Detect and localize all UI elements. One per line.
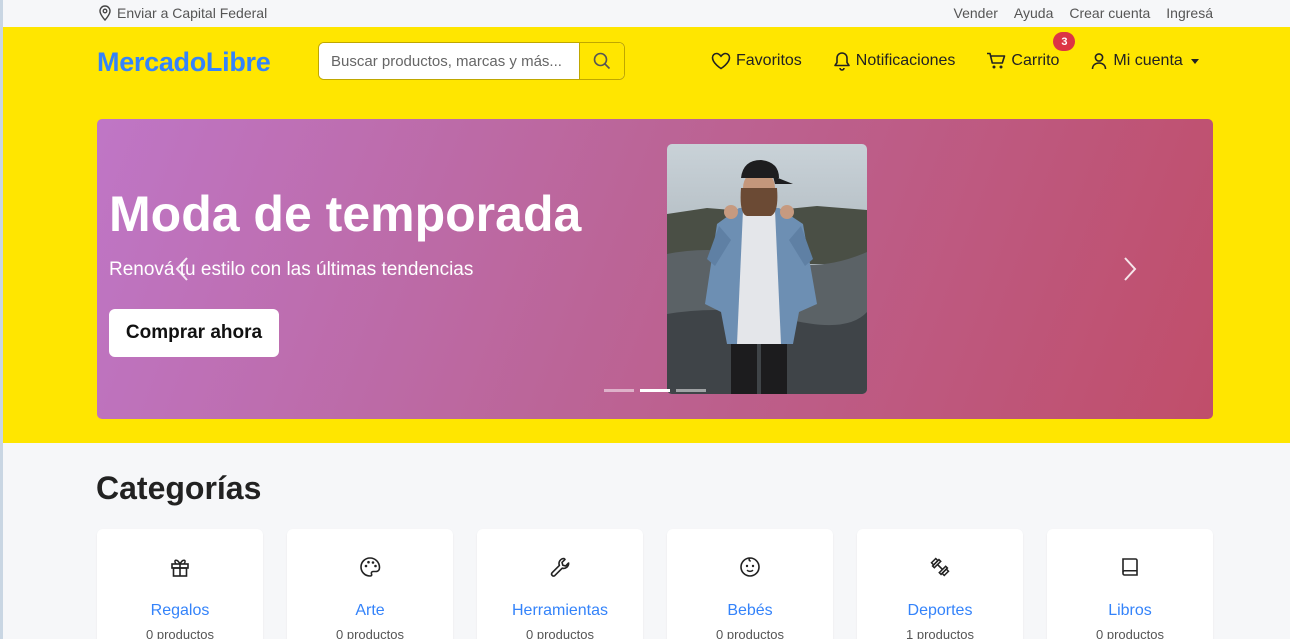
category-count: 0 productos bbox=[526, 627, 594, 639]
slide-subtitle: Renová tu estilo con las últimas tendenc… bbox=[109, 259, 474, 280]
main-header: MercadoLibre Favoritos Notificaciones bbox=[3, 27, 1290, 443]
notifications-label: Notificaciones bbox=[855, 52, 956, 69]
login-link[interactable]: Ingresá bbox=[1166, 5, 1213, 21]
help-link[interactable]: Ayuda bbox=[1014, 5, 1053, 21]
category-name: Regalos bbox=[150, 602, 210, 619]
search-input[interactable] bbox=[319, 43, 579, 79]
category-card-herramientas[interactable]: Herramientas 0 productos bbox=[477, 529, 643, 639]
book-icon bbox=[1122, 558, 1138, 576]
carousel-next-button[interactable] bbox=[1115, 254, 1145, 284]
palette-icon bbox=[360, 557, 381, 577]
search-button[interactable] bbox=[579, 43, 624, 79]
category-count: 1 productos bbox=[906, 627, 974, 639]
wrench-icon bbox=[550, 557, 570, 577]
category-card-bebes[interactable]: Bebés 0 productos bbox=[667, 529, 833, 639]
header-nav: Favoritos Notificaciones Carrito 3 Mi cu… bbox=[711, 32, 1199, 71]
favorites-link[interactable]: Favoritos bbox=[711, 52, 802, 70]
account-menu[interactable]: Mi cuenta bbox=[1090, 52, 1199, 70]
category-name: Bebés bbox=[727, 602, 773, 619]
chevron-right-icon bbox=[1124, 257, 1137, 281]
cart-link[interactable]: Carrito 3 bbox=[986, 32, 1076, 70]
category-count: 0 productos bbox=[146, 627, 214, 639]
slide-photo bbox=[667, 144, 867, 394]
carousel-indicator-3[interactable] bbox=[676, 389, 706, 392]
carousel-indicators bbox=[604, 389, 706, 392]
heart-icon bbox=[711, 52, 731, 70]
chevron-left-icon bbox=[175, 257, 188, 281]
category-card-libros[interactable]: Libros 0 productos bbox=[1047, 529, 1213, 639]
category-name: Arte bbox=[355, 602, 385, 619]
shipping-location-label: Enviar a Capital Federal bbox=[117, 5, 268, 21]
category-count: 0 productos bbox=[716, 627, 784, 639]
search-icon bbox=[593, 52, 611, 70]
slide-title: Moda de temporada bbox=[109, 186, 582, 242]
carousel-indicator-2[interactable] bbox=[640, 389, 670, 392]
carousel-prev-button[interactable] bbox=[167, 254, 197, 284]
category-count: 0 productos bbox=[1096, 627, 1164, 639]
gift-icon bbox=[171, 559, 189, 577]
location-pin-icon bbox=[99, 5, 111, 21]
dumbbell-icon bbox=[930, 557, 950, 577]
sell-link[interactable]: Vender bbox=[954, 5, 998, 21]
bell-icon bbox=[833, 52, 850, 71]
cart-count-badge: 3 bbox=[1053, 32, 1076, 51]
category-card-arte[interactable]: Arte 0 productos bbox=[287, 529, 453, 639]
category-name: Deportes bbox=[907, 602, 973, 619]
hero-carousel: Moda de temporada Renová tu estilo con l… bbox=[97, 119, 1213, 419]
account-label: Mi cuenta bbox=[1113, 52, 1183, 69]
user-icon bbox=[1092, 53, 1107, 70]
cart-label: Carrito bbox=[1011, 52, 1060, 69]
baby-icon bbox=[740, 557, 760, 577]
create-account-link[interactable]: Crear cuenta bbox=[1069, 5, 1150, 21]
favorites-label: Favoritos bbox=[736, 52, 802, 69]
carousel-indicator-1[interactable] bbox=[604, 389, 634, 392]
categories-grid: Regalos 0 productos Arte 0 productos Her… bbox=[97, 529, 1213, 639]
category-card-deportes[interactable]: Deportes 1 productos bbox=[857, 529, 1023, 639]
chevron-down-icon bbox=[1190, 58, 1199, 64]
notifications-link[interactable]: Notificaciones bbox=[833, 51, 956, 71]
category-name: Libros bbox=[1108, 602, 1152, 619]
category-name: Herramientas bbox=[511, 602, 609, 619]
top-links: Vender Ayuda Crear cuenta Ingresá bbox=[954, 5, 1213, 21]
category-card-regalos[interactable]: Regalos 0 productos bbox=[97, 529, 263, 639]
shop-now-button[interactable]: Comprar ahora bbox=[109, 309, 279, 357]
shipping-location[interactable]: Enviar a Capital Federal bbox=[98, 5, 267, 21]
categories-title: Categorías bbox=[96, 470, 262, 506]
logo[interactable]: MercadoLibre bbox=[97, 47, 271, 78]
top-strip: Enviar a Capital Federal Vender Ayuda Cr… bbox=[3, 0, 1290, 27]
cart-icon bbox=[987, 52, 1006, 69]
category-count: 0 productos bbox=[336, 627, 404, 639]
search-bar bbox=[318, 42, 625, 80]
model-photo-illustration bbox=[667, 144, 867, 394]
